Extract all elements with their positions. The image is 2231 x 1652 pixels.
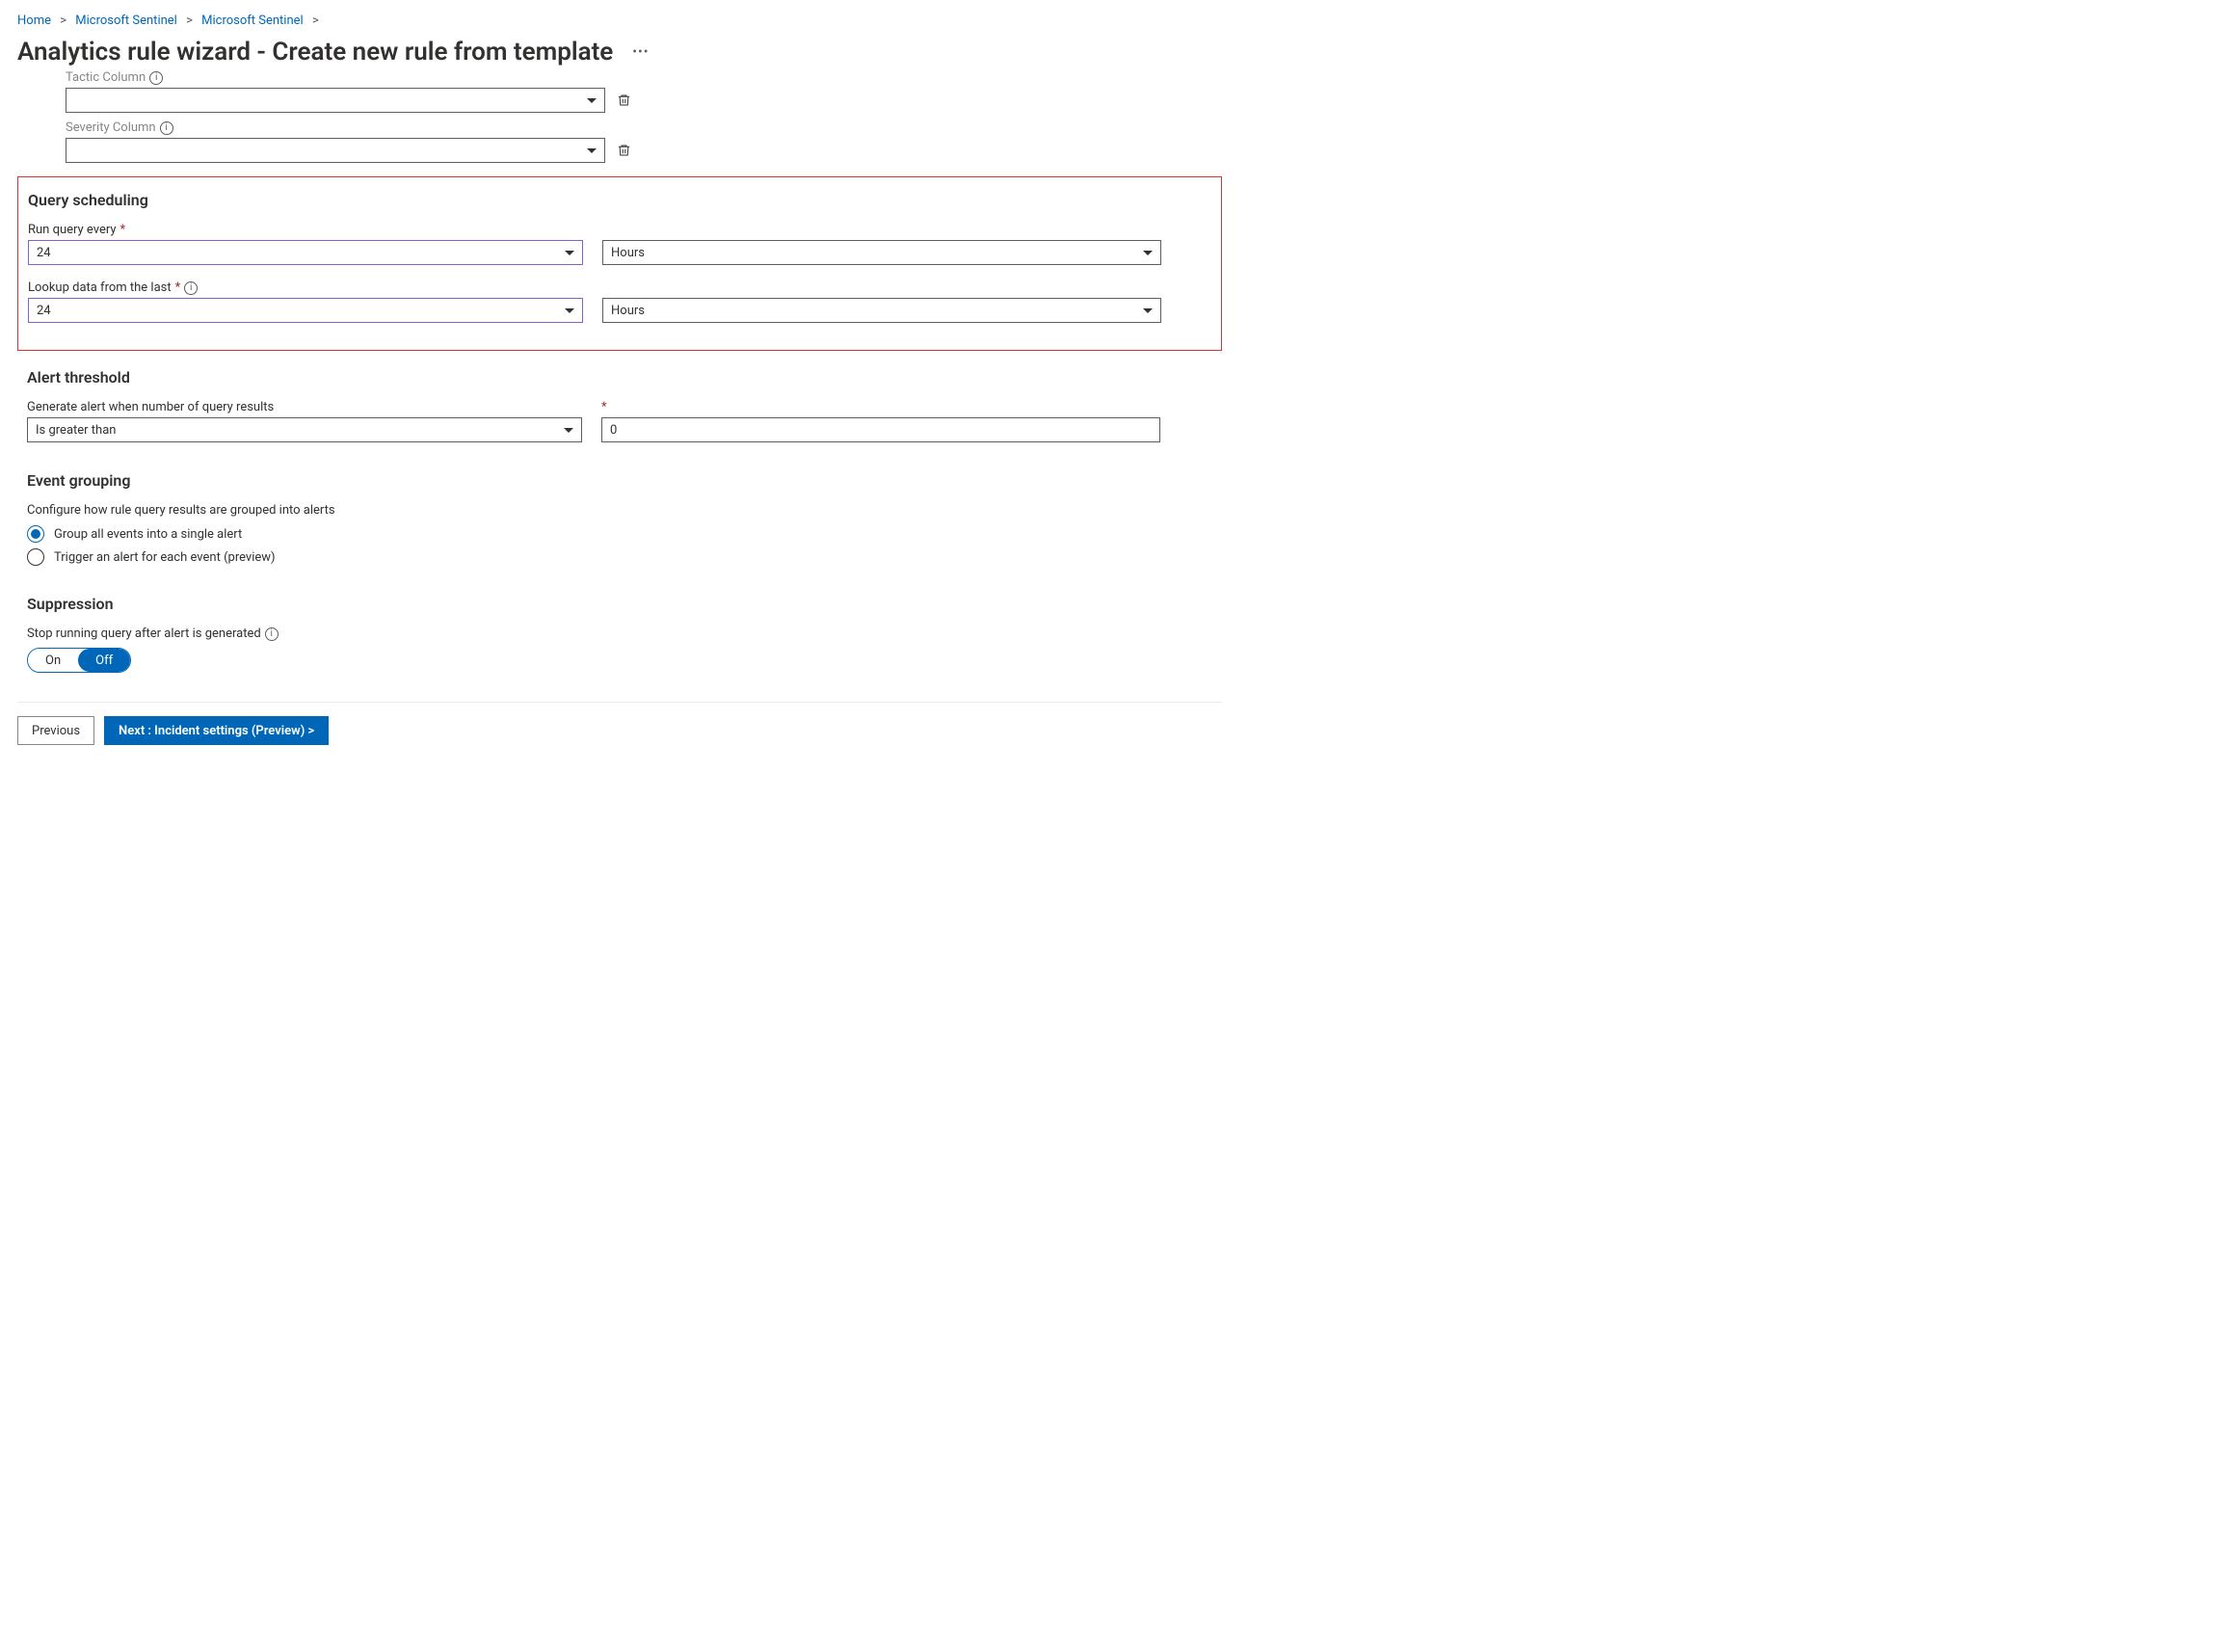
suppression-label: Stop running query after alert is genera…: [27, 626, 261, 641]
chevron-right-icon: >: [60, 13, 66, 28]
chevron-down-icon: [565, 308, 574, 313]
suppression-toggle[interactable]: On Off: [27, 648, 131, 673]
lookup-value-dropdown[interactable]: 24: [28, 298, 583, 323]
severity-column-dropdown[interactable]: [66, 138, 605, 163]
lookup-value: 24: [37, 304, 51, 318]
query-scheduling-section: Query scheduling Run query every * 24 Ho…: [17, 176, 1222, 351]
info-icon[interactable]: i: [160, 121, 173, 135]
suppression-heading: Suppression: [27, 595, 1212, 613]
event-grouping-desc: Configure how rule query results are gro…: [27, 503, 1212, 518]
breadcrumb-sentinel-1[interactable]: Microsoft Sentinel: [75, 13, 177, 28]
delete-tactic-column-button[interactable]: [615, 92, 632, 109]
next-button[interactable]: Next : Incident settings (Preview) >: [104, 716, 329, 745]
severity-column-label: Severity Column: [66, 120, 156, 135]
delete-severity-column-button[interactable]: [615, 142, 632, 159]
wizard-footer: Previous Next : Incident settings (Previ…: [17, 702, 1222, 762]
event-grouping-heading: Event grouping: [27, 471, 1212, 490]
chevron-right-icon: >: [312, 13, 319, 28]
grouping-option-single[interactable]: Group all events into a single alert: [27, 525, 1212, 543]
tactic-column-dropdown[interactable]: [66, 88, 605, 113]
chevron-right-icon: >: [186, 13, 193, 28]
info-icon[interactable]: i: [265, 627, 279, 641]
grouping-option-each[interactable]: Trigger an alert for each event (preview…: [27, 548, 1212, 566]
event-grouping-section: Event grouping Configure how rule query …: [17, 471, 1222, 566]
breadcrumb: Home > Microsoft Sentinel > Microsoft Se…: [17, 13, 1222, 28]
chevron-down-icon: [1143, 251, 1153, 255]
chevron-down-icon: [564, 428, 573, 433]
threshold-value: 0: [610, 423, 617, 438]
threshold-value-input[interactable]: 0: [601, 417, 1160, 442]
required-icon: *: [601, 400, 607, 414]
previous-button[interactable]: Previous: [17, 716, 94, 745]
query-scheduling-heading: Query scheduling: [28, 191, 1211, 209]
grouping-option-each-label: Trigger an alert for each event (preview…: [54, 550, 276, 565]
alert-threshold-heading: Alert threshold: [27, 368, 1212, 386]
threshold-label: Generate alert when number of query resu…: [27, 400, 274, 414]
info-icon[interactable]: i: [184, 281, 198, 295]
chevron-down-icon: [565, 251, 574, 255]
chevron-down-icon: [587, 98, 597, 103]
run-query-value-dropdown[interactable]: 24: [28, 240, 583, 265]
threshold-operator-dropdown[interactable]: Is greater than: [27, 417, 582, 442]
radio-unchecked-icon: [27, 548, 44, 566]
suppression-section: Suppression Stop running query after ale…: [17, 595, 1222, 673]
info-icon[interactable]: i: [149, 71, 163, 85]
tactic-column-label: Tactic Column: [66, 70, 146, 85]
threshold-operator: Is greater than: [36, 423, 116, 438]
grouping-option-single-label: Group all events into a single alert: [54, 527, 242, 542]
more-actions-icon[interactable]: •••: [626, 44, 654, 60]
chevron-down-icon: [1143, 308, 1153, 313]
run-query-unit: Hours: [611, 246, 645, 260]
suppression-off[interactable]: Off: [78, 649, 130, 672]
alert-threshold-section: Alert threshold Generate alert when numb…: [17, 368, 1222, 442]
lookup-data-label: Lookup data from the last: [28, 280, 172, 295]
lookup-unit: Hours: [611, 304, 645, 318]
chevron-down-icon: [587, 148, 597, 153]
lookup-unit-dropdown[interactable]: Hours: [602, 298, 1161, 323]
run-query-label: Run query every: [28, 223, 117, 237]
required-icon: *: [120, 223, 126, 237]
required-icon: *: [175, 280, 181, 295]
breadcrumb-home[interactable]: Home: [17, 13, 51, 28]
run-query-unit-dropdown[interactable]: Hours: [602, 240, 1161, 265]
breadcrumb-sentinel-2[interactable]: Microsoft Sentinel: [201, 13, 304, 28]
page-title: Analytics rule wizard - Create new rule …: [17, 38, 613, 67]
run-query-value: 24: [37, 246, 51, 260]
suppression-on[interactable]: On: [28, 649, 78, 672]
radio-checked-icon: [27, 525, 44, 543]
